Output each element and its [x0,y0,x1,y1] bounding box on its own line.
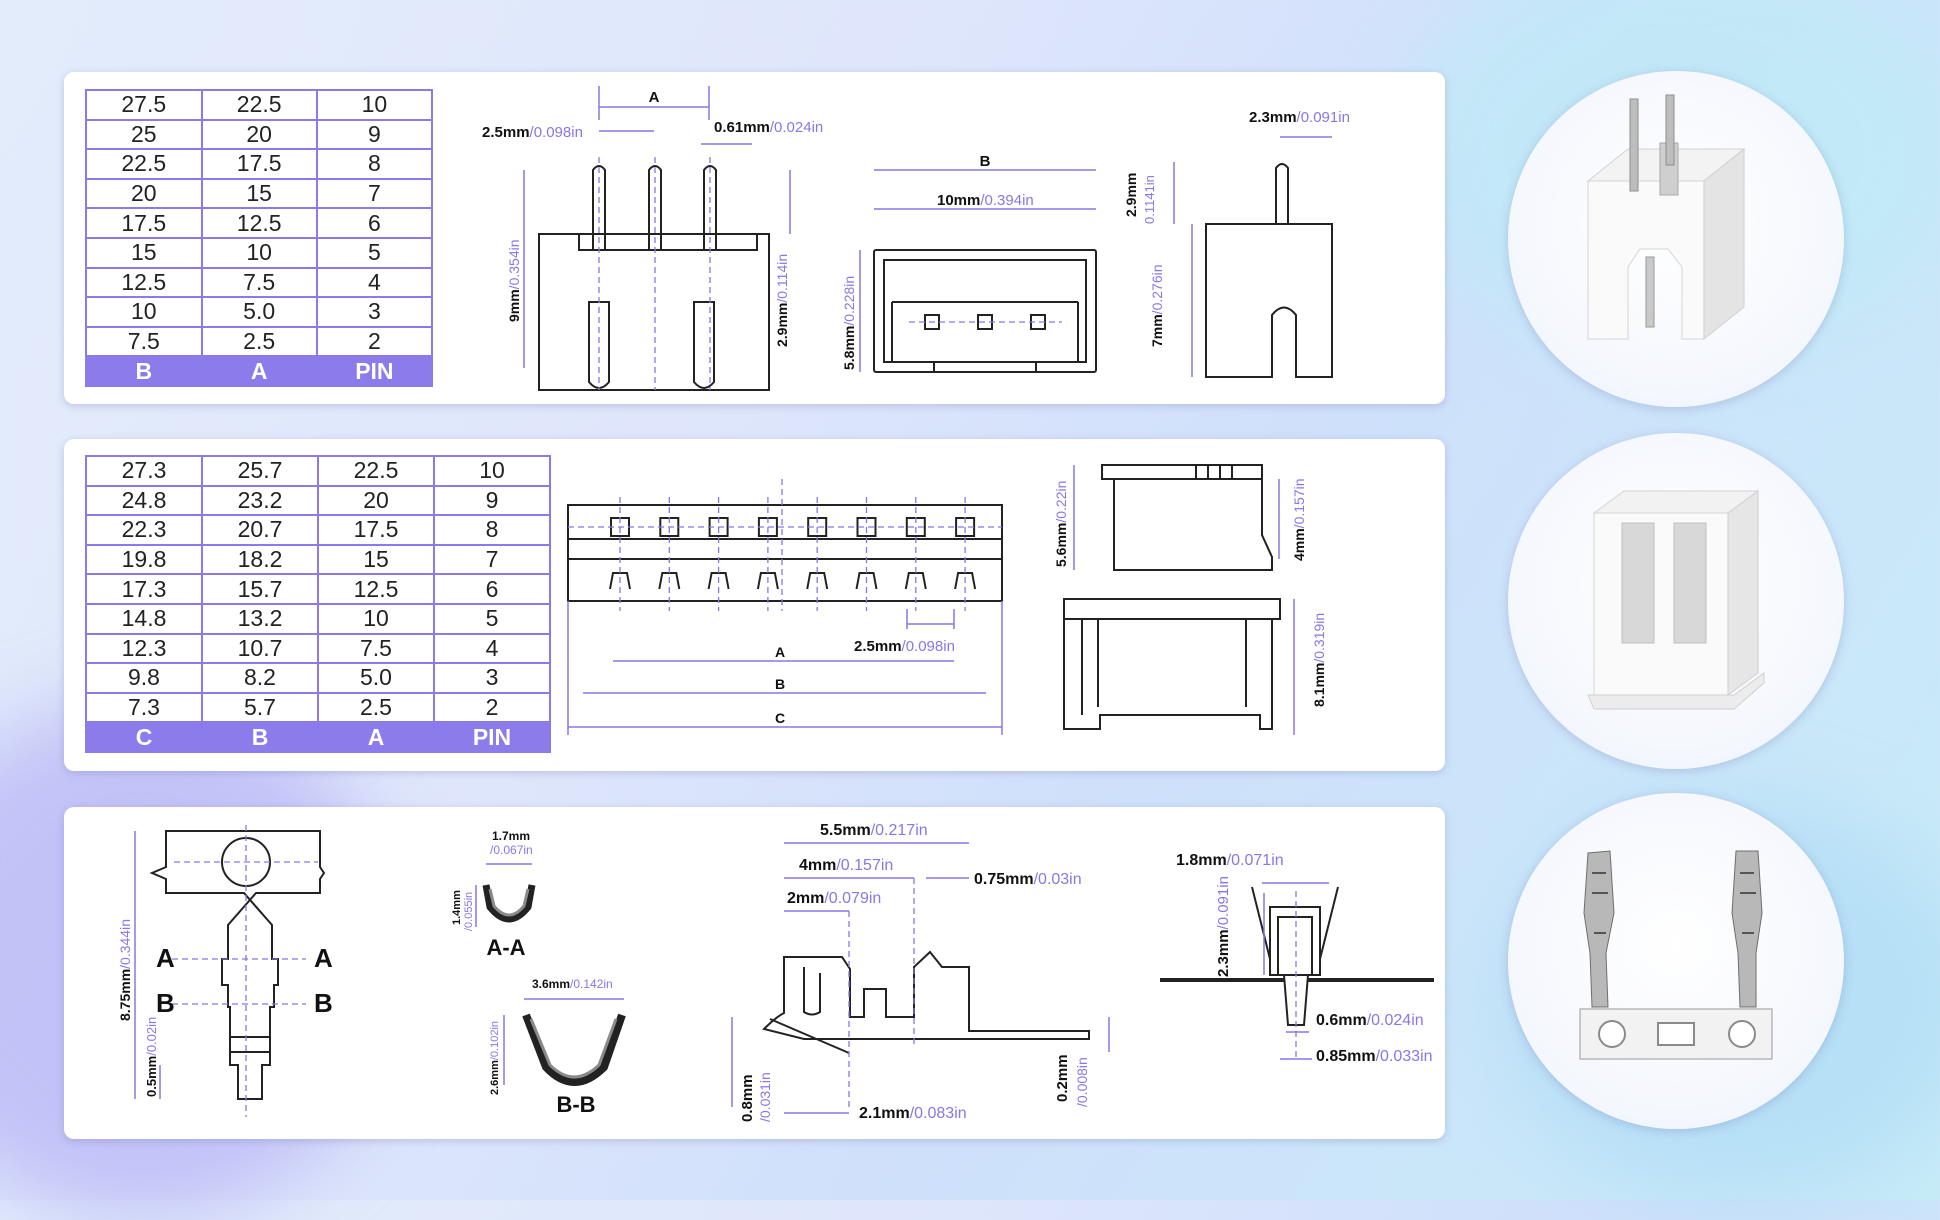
svg-text:/0.055in: /0.055in [463,892,475,931]
pin-header-side-view: 2.3mm/0.091in 2.9mm 0.1141in 7mm/0.276in [1123,109,1350,378]
pin-header-top-view: B 10mm/0.394in 5.8mm/0.228in [841,153,1097,373]
dim-housing-front: 8.1mm/0.319in [1311,613,1327,707]
pin-header-panel: 27.5 22.5 10 25 20 9 22.5 17.5 8 20 15 7 17.5 12.5 6 15… [64,72,1445,404]
dim-side-top: 2.9mm [1123,173,1139,217]
dim-width: 10mm/0.394in [937,192,1034,209]
dim-label-b: B [980,153,991,170]
dim-pin-top: 2.9mm/0.114in [774,254,790,347]
housing-panel: 27.3 25.7 22.5 10 24.8 23.2 20 9 22.3 20.7 17.5 8 19… [64,439,1445,771]
svg-text:5.5mm/0.217in: 5.5mm/0.217in [820,822,928,839]
section-a-left: A [156,943,175,973]
dim-pin-width: 0.61mm/0.024in [714,119,823,136]
pin-header-front-view: A 2.5mm/0.098in 0.61mm/0.024in 9mm/0.354… [482,86,823,391]
dim-housing-step: 4mm/0.157in [1291,478,1307,561]
svg-text:/0.067in: /0.067in [490,843,533,857]
housing-drawings: 2.5mm/0.098in A B C 5.6mm/0.22in 4mm/0.1… [567,464,1327,735]
terminal-side-view: 5.5mm/0.217in 4mm/0.157in 0.75mm/0.03in … [731,822,1110,1122]
svg-text:1.8mm/0.071in: 1.8mm/0.071in [1176,852,1284,869]
svg-text:0.1141in: 0.1141in [1142,175,1157,224]
dim-side-pin: 2.3mm/0.091in [1249,109,1350,126]
crimp-terminal-render-icon [1579,850,1773,1060]
pin-header-drawings: A 2.5mm/0.098in 0.61mm/0.024in 9mm/0.354… [482,86,1350,391]
dim-pitch: 2.5mm/0.098in [482,124,583,141]
svg-text:4mm/0.157in: 4mm/0.157in [799,857,893,874]
housing-side-view: 5.6mm/0.22in 4mm/0.157in [1053,464,1307,571]
svg-text:1.4mm: 1.4mm [451,890,463,925]
svg-text:1.7mm: 1.7mm [492,829,530,843]
terminal-drawings: A A B B 8.75mm/0.344in 0.5mm/0.02in 1.7m… [117,822,1434,1122]
svg-text:0.6mm/0.024in: 0.6mm/0.024in [1316,1012,1424,1029]
section-bb: 3.6mm/0.142in 2.6mm/0.102in B-B [489,977,626,1117]
dim-housing-pitch: 2.5mm/0.098in [854,638,955,655]
housing-front-view: 2.5mm/0.098in A B C [567,479,1003,735]
terminal-front-view: 1.8mm/0.071in 2.3mm/0.091in 0.6mm/0.024i… [1160,852,1434,1065]
svg-text:2.1mm/0.083in: 2.1mm/0.083in [859,1105,967,1122]
pin-header-render-icon [1586,94,1746,341]
terminal-plan-view: A A B B 8.75mm/0.344in 0.5mm/0.02in [117,825,333,1117]
dim-housing-b: B [775,676,785,692]
section-aa: 1.7mm /0.067in 1.4mm /0.055in A-A [451,829,536,960]
section-a-right: A [314,943,333,973]
dim-terminal-tip: 0.5mm/0.02in [144,1017,159,1097]
svg-text:0.85mm/0.033in: 0.85mm/0.033in [1316,1048,1433,1065]
svg-text:3.6mm/0.142in: 3.6mm/0.142in [532,977,613,991]
dim-housing-top: 5.6mm/0.22in [1053,481,1069,567]
pin-header-render [1508,71,1844,407]
dim-label-a: A [649,89,660,106]
dim-height: 9mm/0.354in [506,239,522,322]
housing-render [1508,433,1844,769]
svg-text:0.8mm: 0.8mm [739,1074,756,1122]
svg-text:/0.008in: /0.008in [1074,1057,1090,1107]
section-b-left: B [156,988,175,1018]
terminal-panel: A A B B 8.75mm/0.344in 0.5mm/0.02in 1.7m… [64,807,1445,1139]
crimp-terminal-render [1508,793,1844,1129]
svg-text:0.2mm: 0.2mm [1054,1054,1071,1102]
dim-housing-c: C [775,710,785,726]
section-b-right: B [314,988,333,1018]
housing-end-view: 8.1mm/0.319in [1063,598,1327,735]
section-bb-label: B-B [556,1092,595,1117]
svg-text:2mm/0.079in: 2mm/0.079in [787,890,881,907]
housing-render-icon [1587,490,1765,710]
svg-text:0.75mm/0.03in: 0.75mm/0.03in [974,871,1082,888]
dim-side-body: 7mm/0.276in [1149,264,1165,347]
svg-text:2.3mm/0.091in: 2.3mm/0.091in [1215,876,1232,977]
dim-depth: 5.8mm/0.228in [841,276,857,370]
section-aa-label: A-A [486,935,525,960]
dim-housing-a: A [775,644,785,660]
svg-text:2.6mm/0.102in: 2.6mm/0.102in [489,1021,501,1095]
dim-terminal-length: 8.75mm/0.344in [117,919,133,1021]
svg-text:/0.031in: /0.031in [757,1072,773,1122]
